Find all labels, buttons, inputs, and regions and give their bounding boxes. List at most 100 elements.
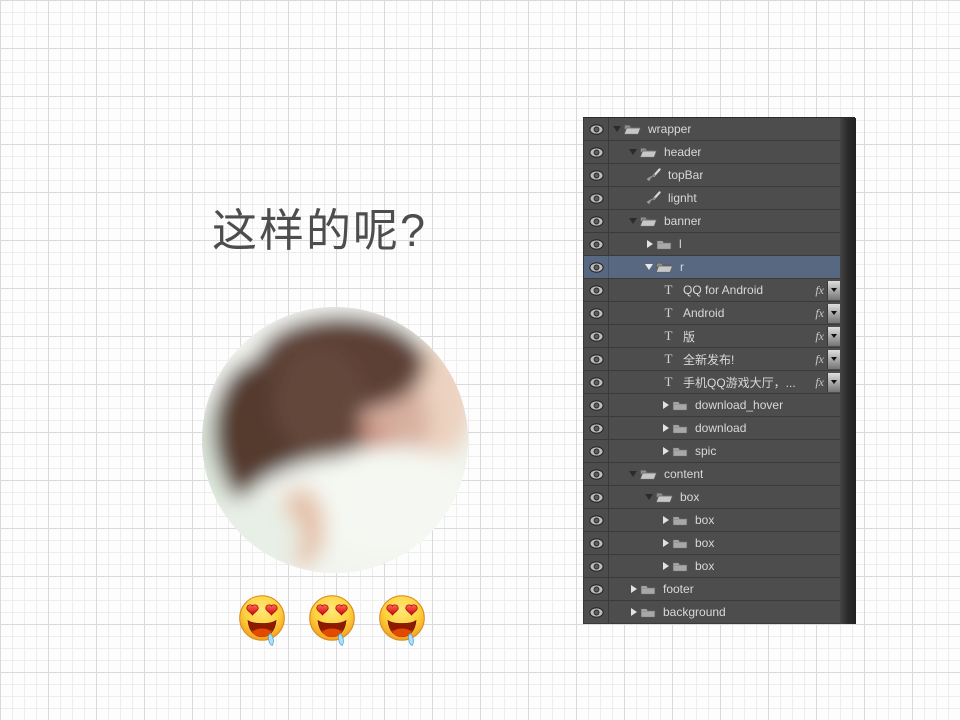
visibility-toggle[interactable] — [584, 256, 609, 278]
collapse-triangle-icon[interactable] — [645, 264, 653, 270]
layer-row-body[interactable]: r — [609, 256, 840, 278]
layer-name: 手机QQ游戏大厅，... — [683, 374, 796, 391]
layer-row-box[interactable]: box — [584, 509, 840, 532]
collapse-triangle-icon[interactable] — [629, 218, 637, 224]
visibility-toggle[interactable] — [584, 555, 609, 577]
expand-triangle-icon[interactable] — [631, 585, 637, 593]
layer-name: spic — [695, 444, 716, 458]
layer-row-body[interactable]: header — [609, 141, 840, 163]
eye-icon — [589, 124, 604, 135]
visibility-toggle[interactable] — [584, 532, 609, 554]
layer-row-body[interactable]: box — [609, 486, 840, 508]
visibility-toggle[interactable] — [584, 233, 609, 255]
visibility-toggle[interactable] — [584, 279, 609, 301]
panel-scrollbar-track[interactable] — [840, 118, 856, 624]
layer-row-body[interactable]: box — [609, 555, 840, 577]
layer-row-body[interactable]: spic — [609, 440, 840, 462]
visibility-toggle[interactable] — [584, 141, 609, 163]
layer-row-wrapper[interactable]: wrapper — [584, 118, 840, 141]
layer-row-header[interactable]: header — [584, 141, 840, 164]
layer-row-l[interactable]: l — [584, 233, 840, 256]
visibility-toggle[interactable] — [584, 348, 609, 370]
layer-row-body[interactable]: TQQ for Androidfx — [609, 279, 840, 301]
expand-triangle-icon[interactable] — [663, 516, 669, 524]
visibility-toggle[interactable] — [584, 417, 609, 439]
heart-eyes-drool-emoji-icon — [308, 594, 356, 649]
layer-row--qq-[interactable]: T手机QQ游戏大厅，...fx — [584, 371, 840, 394]
visibility-toggle[interactable] — [584, 187, 609, 209]
expand-triangle-icon[interactable] — [663, 562, 669, 570]
layer-row-body[interactable]: T全新发布!fx — [609, 348, 840, 370]
visibility-toggle[interactable] — [584, 601, 609, 623]
expand-triangle-icon[interactable] — [663, 447, 669, 455]
visibility-toggle[interactable] — [584, 118, 609, 140]
layer-row-body[interactable]: topBar — [609, 164, 840, 186]
visibility-toggle[interactable] — [584, 394, 609, 416]
layer-row-footer[interactable]: footer — [584, 578, 840, 601]
layer-row-body[interactable]: T版fx — [609, 325, 840, 347]
layer-row-box[interactable]: box — [584, 555, 840, 578]
expand-triangle-icon[interactable] — [663, 539, 669, 547]
layer-row-download_hover[interactable]: download_hover — [584, 394, 840, 417]
text-layer-icon: T — [661, 282, 676, 298]
visibility-toggle[interactable] — [584, 371, 609, 393]
folder-open-icon — [655, 261, 673, 273]
collapse-triangle-icon[interactable] — [629, 471, 637, 477]
layer-row-body[interactable]: background — [609, 601, 840, 623]
eye-icon — [589, 446, 604, 457]
eye-icon — [589, 400, 604, 411]
layer-row-body[interactable]: download — [609, 417, 840, 439]
layer-row-body[interactable]: l — [609, 233, 840, 255]
layer-row--[interactable]: T全新发布!fx — [584, 348, 840, 371]
eye-icon — [589, 262, 604, 273]
visibility-toggle[interactable] — [584, 578, 609, 600]
visibility-toggle[interactable] — [584, 486, 609, 508]
expand-triangle-icon[interactable] — [663, 401, 669, 409]
layer-row-body[interactable]: download_hover — [609, 394, 840, 416]
layer-row-qq-for-android[interactable]: TQQ for Androidfx — [584, 279, 840, 302]
expand-triangle-icon[interactable] — [663, 424, 669, 432]
fx-dropdown-button[interactable] — [827, 350, 840, 369]
layer-row-body[interactable]: wrapper — [609, 118, 840, 140]
heart-eyes-drool-emoji-icon — [378, 594, 426, 649]
layer-row-body[interactable]: T手机QQ游戏大厅，...fx — [609, 371, 840, 393]
visibility-toggle[interactable] — [584, 509, 609, 531]
layer-row-background[interactable]: background — [584, 601, 840, 624]
layer-row-body[interactable]: lignht — [609, 187, 840, 209]
folder-closed-icon — [672, 446, 688, 457]
fx-dropdown-button[interactable] — [827, 327, 840, 346]
layers-panel: wrapperheadertopBarlignhtbannerlrTQQ for… — [583, 117, 855, 624]
visibility-toggle[interactable] — [584, 164, 609, 186]
visibility-toggle[interactable] — [584, 210, 609, 232]
layer-row-download[interactable]: download — [584, 417, 840, 440]
layer-row-spic[interactable]: spic — [584, 440, 840, 463]
layer-row-body[interactable]: banner — [609, 210, 840, 232]
collapse-triangle-icon[interactable] — [613, 126, 621, 132]
visibility-toggle[interactable] — [584, 440, 609, 462]
chevron-down-icon — [831, 334, 837, 338]
layer-row-box[interactable]: box — [584, 486, 840, 509]
layer-row-banner[interactable]: banner — [584, 210, 840, 233]
visibility-toggle[interactable] — [584, 463, 609, 485]
layer-row-body[interactable]: box — [609, 509, 840, 531]
expand-triangle-icon[interactable] — [631, 608, 637, 616]
layer-row-topbar[interactable]: topBar — [584, 164, 840, 187]
layer-row-r[interactable]: r — [584, 256, 840, 279]
layer-row-body[interactable]: box — [609, 532, 840, 554]
layer-row--[interactable]: T版fx — [584, 325, 840, 348]
visibility-toggle[interactable] — [584, 325, 609, 347]
layer-row-android[interactable]: TAndroidfx — [584, 302, 840, 325]
layer-row-content[interactable]: content — [584, 463, 840, 486]
layer-row-body[interactable]: content — [609, 463, 840, 485]
collapse-triangle-icon[interactable] — [645, 494, 653, 500]
fx-dropdown-button[interactable] — [827, 281, 840, 300]
expand-triangle-icon[interactable] — [647, 240, 653, 248]
layer-row-body[interactable]: TAndroidfx — [609, 302, 840, 324]
layer-row-box[interactable]: box — [584, 532, 840, 555]
fx-dropdown-button[interactable] — [827, 373, 840, 392]
layer-row-lignht[interactable]: lignht — [584, 187, 840, 210]
visibility-toggle[interactable] — [584, 302, 609, 324]
fx-dropdown-button[interactable] — [827, 304, 840, 323]
collapse-triangle-icon[interactable] — [629, 149, 637, 155]
layer-row-body[interactable]: footer — [609, 578, 840, 600]
